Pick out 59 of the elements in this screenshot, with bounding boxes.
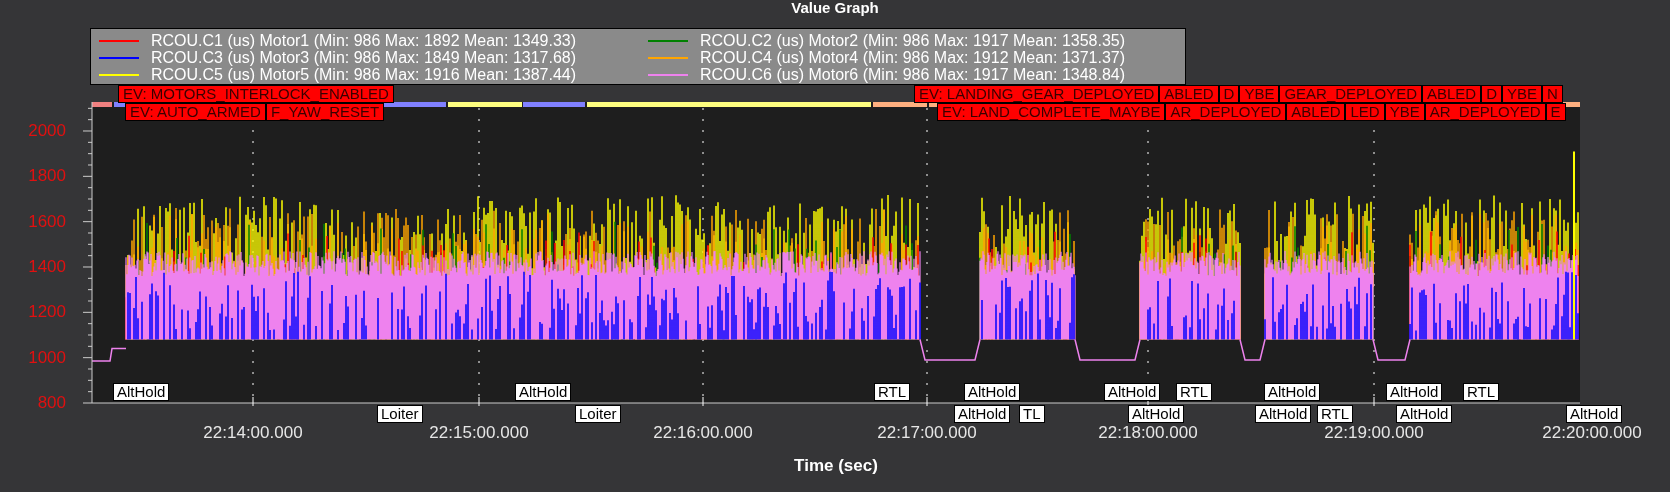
event-label: YBE <box>1239 85 1280 103</box>
x-axis-tick-label: 22:17:00.000 <box>876 423 978 442</box>
flight-mode-label: AltHold <box>113 383 170 401</box>
legend-label: RCOU.C5 (us) Motor5 (Min: 986 Max: 1916 Mean: 1387.44) <box>151 66 577 83</box>
y-axis-tick-label: 1400 <box>27 257 66 277</box>
flight-mode-label: AltHold <box>954 405 1011 423</box>
event-label: GEAR_DEPLOYED <box>1279 85 1422 103</box>
flight-mode-label: AltHold <box>1264 383 1321 401</box>
legend-label: RCOU.C4 (us) Motor4 (Min: 986 Max: 1912 Mean: 1371.37) <box>700 49 1126 66</box>
y-axis-tick-label: 1000 <box>27 347 66 368</box>
y-axis-tick-label: 800 <box>36 392 66 413</box>
flight-mode-label: AltHold <box>1566 405 1623 423</box>
event-label: E <box>1545 103 1566 121</box>
flight-mode-label: AltHold <box>1255 405 1312 423</box>
event-label: LED <box>1345 103 1385 121</box>
flight-mode-label: AltHold <box>1386 383 1443 401</box>
flight-mode-label: RTL <box>1176 383 1213 401</box>
event-label: ABLED <box>1421 85 1482 103</box>
event-label: EV: AUTO_ARMED <box>125 103 266 121</box>
flight-mode-label: RTL <box>874 383 911 401</box>
event-label: EV: LAND_COMPLETE_MAYBE <box>937 103 1166 121</box>
event-label: AR_DEPLOYED <box>1165 103 1287 121</box>
flight-mode-label: Loiter <box>575 405 621 423</box>
event-label: D <box>1218 85 1240 103</box>
flight-mode-label: AltHold <box>1396 405 1453 423</box>
x-axis-tick-label: 22:18:00.000 <box>1097 423 1199 442</box>
legend-label: RCOU.C3 (us) Motor3 (Min: 986 Max: 1849 Mean: 1317.68) <box>151 49 577 66</box>
chart-title: Value Graph <box>791 0 879 16</box>
flight-mode-label: AltHold <box>964 383 1021 401</box>
legend-label: RCOU.C2 (us) Motor2 (Min: 986 Max: 1917 Mean: 1358.35) <box>700 32 1126 49</box>
y-axis-tick-label: 1200 <box>27 302 66 323</box>
event-label: D <box>1481 85 1502 103</box>
legend-label: RCOU.C1 (us) Motor1 (Min: 986 Max: 1892 Mean: 1349.33) <box>151 32 577 49</box>
flight-mode-label: AltHold <box>515 383 572 401</box>
event-label: YBE <box>1502 85 1543 103</box>
flight-mode-label: Loiter <box>377 405 423 423</box>
y-axis-tick-label: 1600 <box>27 211 66 232</box>
event-label: EV: MOTORS_INTERLOCK_ENABLED <box>118 85 394 103</box>
flight-mode-label: TL <box>1019 405 1045 423</box>
flight-mode-label: RTL <box>1463 383 1500 401</box>
x-axis-tick-label: 22:16:00.000 <box>652 423 754 442</box>
flight-mode-label: AltHold <box>1104 383 1161 401</box>
event-label: EV: LANDING_GEAR_DEPLOYED <box>914 85 1160 103</box>
flight-mode-label: AltHold <box>1128 405 1185 423</box>
y-axis-tick-label: 2000 <box>27 121 66 141</box>
x-axis-tick-label: 22:20:00.000 <box>1541 423 1643 442</box>
event-label: ABLED <box>1159 85 1219 103</box>
y-axis-tick-label: 1800 <box>27 166 66 187</box>
event-label: ABLED <box>1286 103 1346 121</box>
legend-label: RCOU.C6 (us) Motor6 (Min: 986 Max: 1917 Mean: 1348.84) <box>700 66 1126 83</box>
event-label: YBE <box>1384 103 1425 121</box>
event-label: F_YAW_RESET <box>265 103 385 121</box>
x-axis-title: Time (sec) <box>793 456 879 475</box>
event-label: AR_DEPLOYED <box>1424 103 1546 121</box>
x-axis-tick-label: 22:15:00.000 <box>428 423 530 442</box>
flight-mode-label: RTL <box>1317 405 1354 423</box>
x-axis-tick-label: 22:19:00.000 <box>1323 423 1425 442</box>
x-axis-tick-label: 22:14:00.000 <box>202 423 304 442</box>
event-label: N <box>1542 85 1563 103</box>
